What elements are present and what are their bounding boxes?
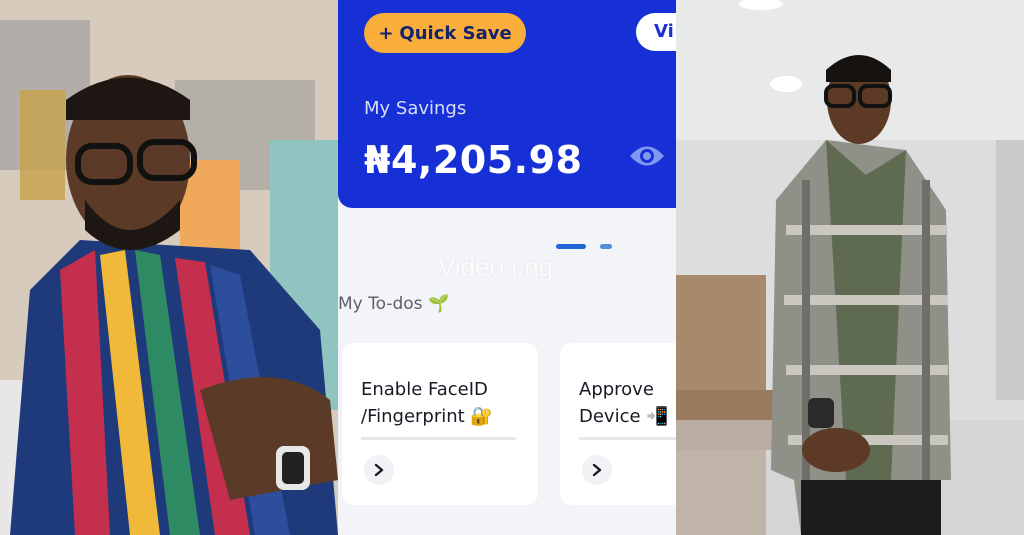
- todo-card-approve-device[interactable]: Approve Device 📲: [560, 343, 676, 505]
- todo-text: Approve Device 📲: [579, 376, 669, 430]
- banking-app-screen: + Quick Save Vi My Savings ₦4,205.98 Vid…: [338, 0, 676, 535]
- plus-icon: +: [378, 22, 394, 44]
- todo-progress-track: [361, 437, 516, 440]
- seedling-icon: 🌱: [427, 294, 450, 314]
- todo-line-2: /Fingerprint 🔐: [361, 406, 493, 427]
- carousel-dot[interactable]: [600, 244, 612, 249]
- carousel-indicator[interactable]: [556, 244, 612, 249]
- eye-icon[interactable]: [628, 143, 666, 173]
- savings-card: + Quick Save Vi My Savings ₦4,205.98: [338, 0, 676, 208]
- todos-heading: My To-dos 🌱: [338, 294, 449, 314]
- man-in-striped-shirt-photo: [0, 0, 338, 535]
- chevron-right-icon[interactable]: [582, 455, 612, 485]
- todo-line-1: Approve: [579, 379, 654, 400]
- man-in-plaid-jacket-photo: [676, 0, 1024, 535]
- savings-label: My Savings: [364, 98, 467, 119]
- left-photo: [0, 0, 338, 535]
- carousel-dot-active[interactable]: [556, 244, 586, 249]
- todo-text: Enable FaceID /Fingerprint 🔐: [361, 376, 493, 430]
- quick-save-button[interactable]: + Quick Save: [364, 13, 526, 53]
- view-button[interactable]: Vi: [636, 13, 676, 51]
- watermark: Video.i.ng: [438, 252, 554, 282]
- todo-line-2: Device 📲: [579, 406, 669, 427]
- todo-line-1: Enable FaceID: [361, 379, 488, 400]
- savings-balance: ₦4,205.98: [364, 138, 583, 182]
- todo-progress-track: [579, 437, 676, 440]
- todos-title: My To-dos: [338, 294, 423, 314]
- right-photo: [676, 0, 1024, 535]
- quick-save-label: Quick Save: [399, 22, 512, 44]
- todo-card-enable-faceid[interactable]: Enable FaceID /Fingerprint 🔐: [342, 343, 538, 505]
- chevron-right-icon[interactable]: [364, 455, 394, 485]
